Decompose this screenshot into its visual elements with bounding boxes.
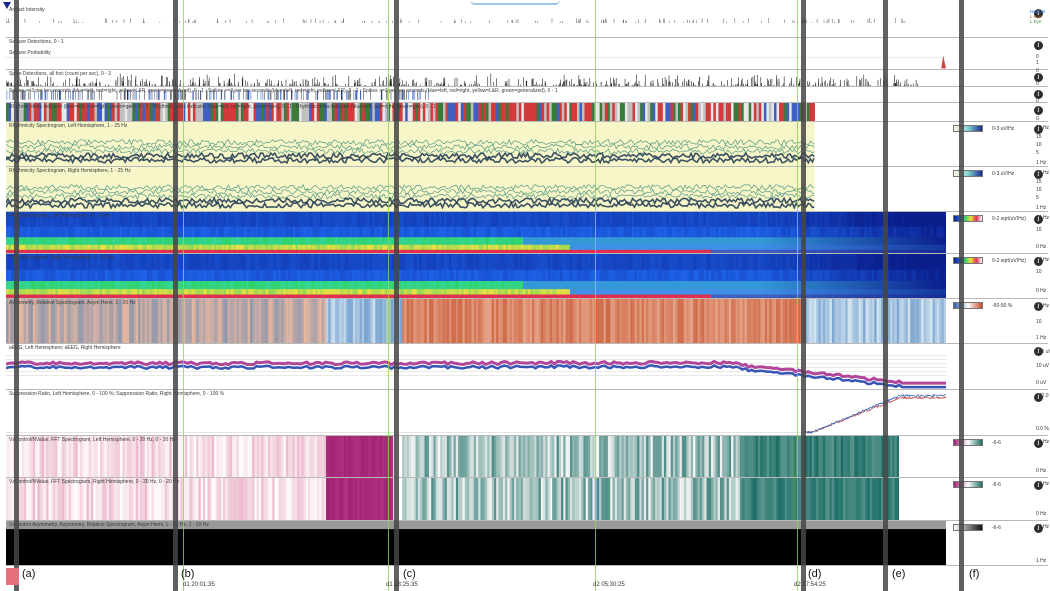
colorscale-vs-asym (953, 524, 983, 531)
ytick-rhythm-right-1: 15 (1036, 179, 1042, 185)
timestamp-0: d1 20:01:35 (183, 582, 215, 588)
colorscale-fft-right (953, 257, 983, 264)
marker-line-1[interactable] (173, 0, 178, 591)
marker-label-2: (c) (403, 568, 416, 580)
panel-seizure: Seizure Detections, 0 - 1 Seizure Probabi… (6, 38, 1048, 74)
info-icon-aeeg[interactable]: i (1034, 347, 1043, 356)
info-icon-spike-detect[interactable]: i (1034, 73, 1043, 82)
guide-line-3 (797, 0, 798, 591)
timeline-marker-icon[interactable] (3, 2, 11, 9)
colorscale-label-vs-right: -6-6 (992, 482, 1001, 488)
ytick-seizure-2: 1 (1036, 60, 1039, 66)
marker-label-5: (f) (969, 568, 980, 580)
bottom-left-swatch (6, 568, 19, 585)
colorscale-asym (953, 302, 983, 309)
ytick-asym-1: 10 (1036, 319, 1042, 325)
ytick-fft-right-1: 10 (1036, 269, 1042, 275)
info-icon-rhythm-right[interactable]: i (1034, 170, 1043, 179)
panel-vs-left: VsControl/NValue, FFT Spectrogram, Left … (6, 436, 1049, 478)
timestamp-3: d2 17:54:25 (794, 582, 826, 588)
ytick-asym-2: 1 Hz (1036, 335, 1047, 341)
marker-label-3: (d) (808, 568, 822, 580)
ytick-rhythmic-1: 0 (1036, 116, 1039, 122)
ytick-vs-asym-1: 1 Hz (1036, 558, 1047, 564)
panel-suppression: Suppression Ratio, Left Hemisphere, 0 - … (6, 390, 1050, 436)
panel-rhythm-right: Rhythmicity Spectrogram, Right Hemispher… (6, 167, 1049, 212)
marker-label-1: (b) (181, 568, 195, 580)
timestamp-1: d1 23:25:35 (386, 582, 418, 588)
info-icon-fft-left[interactable]: i (1034, 215, 1043, 224)
marker-line-0[interactable] (14, 0, 19, 591)
colorscale-label-vs-left: -6-6 (992, 440, 1001, 446)
colorscale-rhythm-right (953, 170, 983, 177)
ytick-fft-right-2: 0 Hz (1036, 288, 1047, 294)
ytick-rhythm-right-2: 10 (1036, 187, 1042, 193)
panel-spikes: Spikes >=3 per ten seconds (blue=left, r… (6, 87, 1048, 104)
info-icon-vs-asym[interactable]: i (1034, 524, 1043, 533)
info-icon-seizure[interactable]: i (1034, 41, 1043, 50)
info-icon-asym[interactable]: i (1034, 302, 1043, 311)
marker-line-4[interactable] (883, 0, 888, 591)
ytick-rhythm-left-3: 5 (1036, 150, 1039, 156)
guide-line-0 (183, 0, 184, 591)
marker-line-2[interactable] (394, 0, 399, 591)
ytick-rhythm-left-4: 1 Hz (1036, 160, 1047, 166)
marker-line-3[interactable] (801, 0, 806, 591)
colorscale-vs-left (953, 439, 983, 446)
eeg-trend-viewer: Artifact Intensity i Seizure Detections, 0… (0, 0, 1050, 591)
info-icon-spikes[interactable]: i (1034, 90, 1043, 99)
marker-label-4: (e) (892, 568, 906, 580)
ytick-rhythm-left-1: 15 (1036, 134, 1042, 140)
ytick-fft-left-2: 0 Hz (1036, 244, 1047, 250)
panel-rhythm-left: Rhythmicity Spectrogram, Left Hemisphere… (6, 122, 1049, 167)
marker-label-0: (a) (22, 568, 36, 580)
panel-vs-asym: VsControl Asymmetry, Asymmetry, Relative… (6, 521, 1049, 566)
colorscale-label-rhythm-right: 0-3 uV/Hz (992, 171, 1015, 177)
colorscale-rhythm-left (953, 125, 983, 132)
panel-vs-right: VsControl/NValue, FFT Spectrogram, Right… (6, 478, 1049, 521)
marker-line-5[interactable] (959, 0, 964, 591)
panel-artifact: Artifact Intensity i (6, 6, 1048, 38)
colorscale-vs-right (953, 481, 983, 488)
info-icon-fft-right[interactable]: i (1034, 257, 1043, 266)
colorscale-label-fft-left: 0-2 sqrt(uV/Hz) (992, 216, 1026, 222)
panel-fft-left: FFT Spectrogram, Left Hemisphere, 0 - 20… (6, 212, 1049, 254)
ytick-vs-right-1: 0 Hz (1036, 511, 1047, 517)
panel-rhythmic: Rhythmic delta indicator (blue=left, red… (6, 103, 1048, 122)
info-icon-suppression[interactable]: i (1034, 393, 1043, 402)
ytick-rhythm-right-4: 1 Hz (1036, 205, 1047, 211)
panel-fft-right: FFT Spectrogram, Right Hemisphere, 0 - 2… (6, 254, 1049, 299)
legend-item-2: L Eye (1030, 19, 1042, 24)
ytick-suppression-1: 0.0 % (1036, 426, 1049, 432)
ytick-fft-left-1: 10 (1036, 227, 1042, 233)
panel-aeeg: aEEG, Left Hemisphere; aEEG, Right Hemis… (6, 344, 1050, 390)
colorscale-fft-left (953, 215, 983, 222)
ytick-vs-left-1: 0 Hz (1036, 468, 1047, 474)
ytick-rhythm-right-3: 5 (1036, 195, 1039, 201)
info-icon-rhythm-left[interactable]: i (1034, 125, 1043, 134)
colorscale-label-fft-right: 0-2 sqrt(uV/Hz) (992, 258, 1026, 264)
timestamp-2: d2 05:30:25 (593, 582, 625, 588)
ytick-aeeg-2: 0 uV (1036, 380, 1047, 386)
info-icon-vs-right[interactable]: i (1034, 481, 1043, 490)
colorscale-label-rhythm-left: 0-3 uV/Hz (992, 126, 1015, 132)
top-accent-arc (470, 0, 560, 5)
guide-line-2 (595, 0, 596, 591)
guide-line-1 (388, 0, 389, 591)
panel-spike-detect: Spike Detections, all foci (count per se… (6, 70, 1048, 87)
info-icon-vs-left[interactable]: i (1034, 439, 1043, 448)
ytick-rhythm-left-2: 10 (1036, 142, 1042, 148)
colorscale-label-asym: -50-50 % (992, 303, 1013, 309)
colorscale-label-vs-asym: -6-6 (992, 525, 1001, 531)
info-icon-rhythmic[interactable]: i (1034, 106, 1043, 115)
ytick-aeeg-1: 10 uV (1036, 363, 1050, 369)
panel-asym: Asymmetry, Relative Spectrogram, Asym He… (6, 299, 1049, 344)
